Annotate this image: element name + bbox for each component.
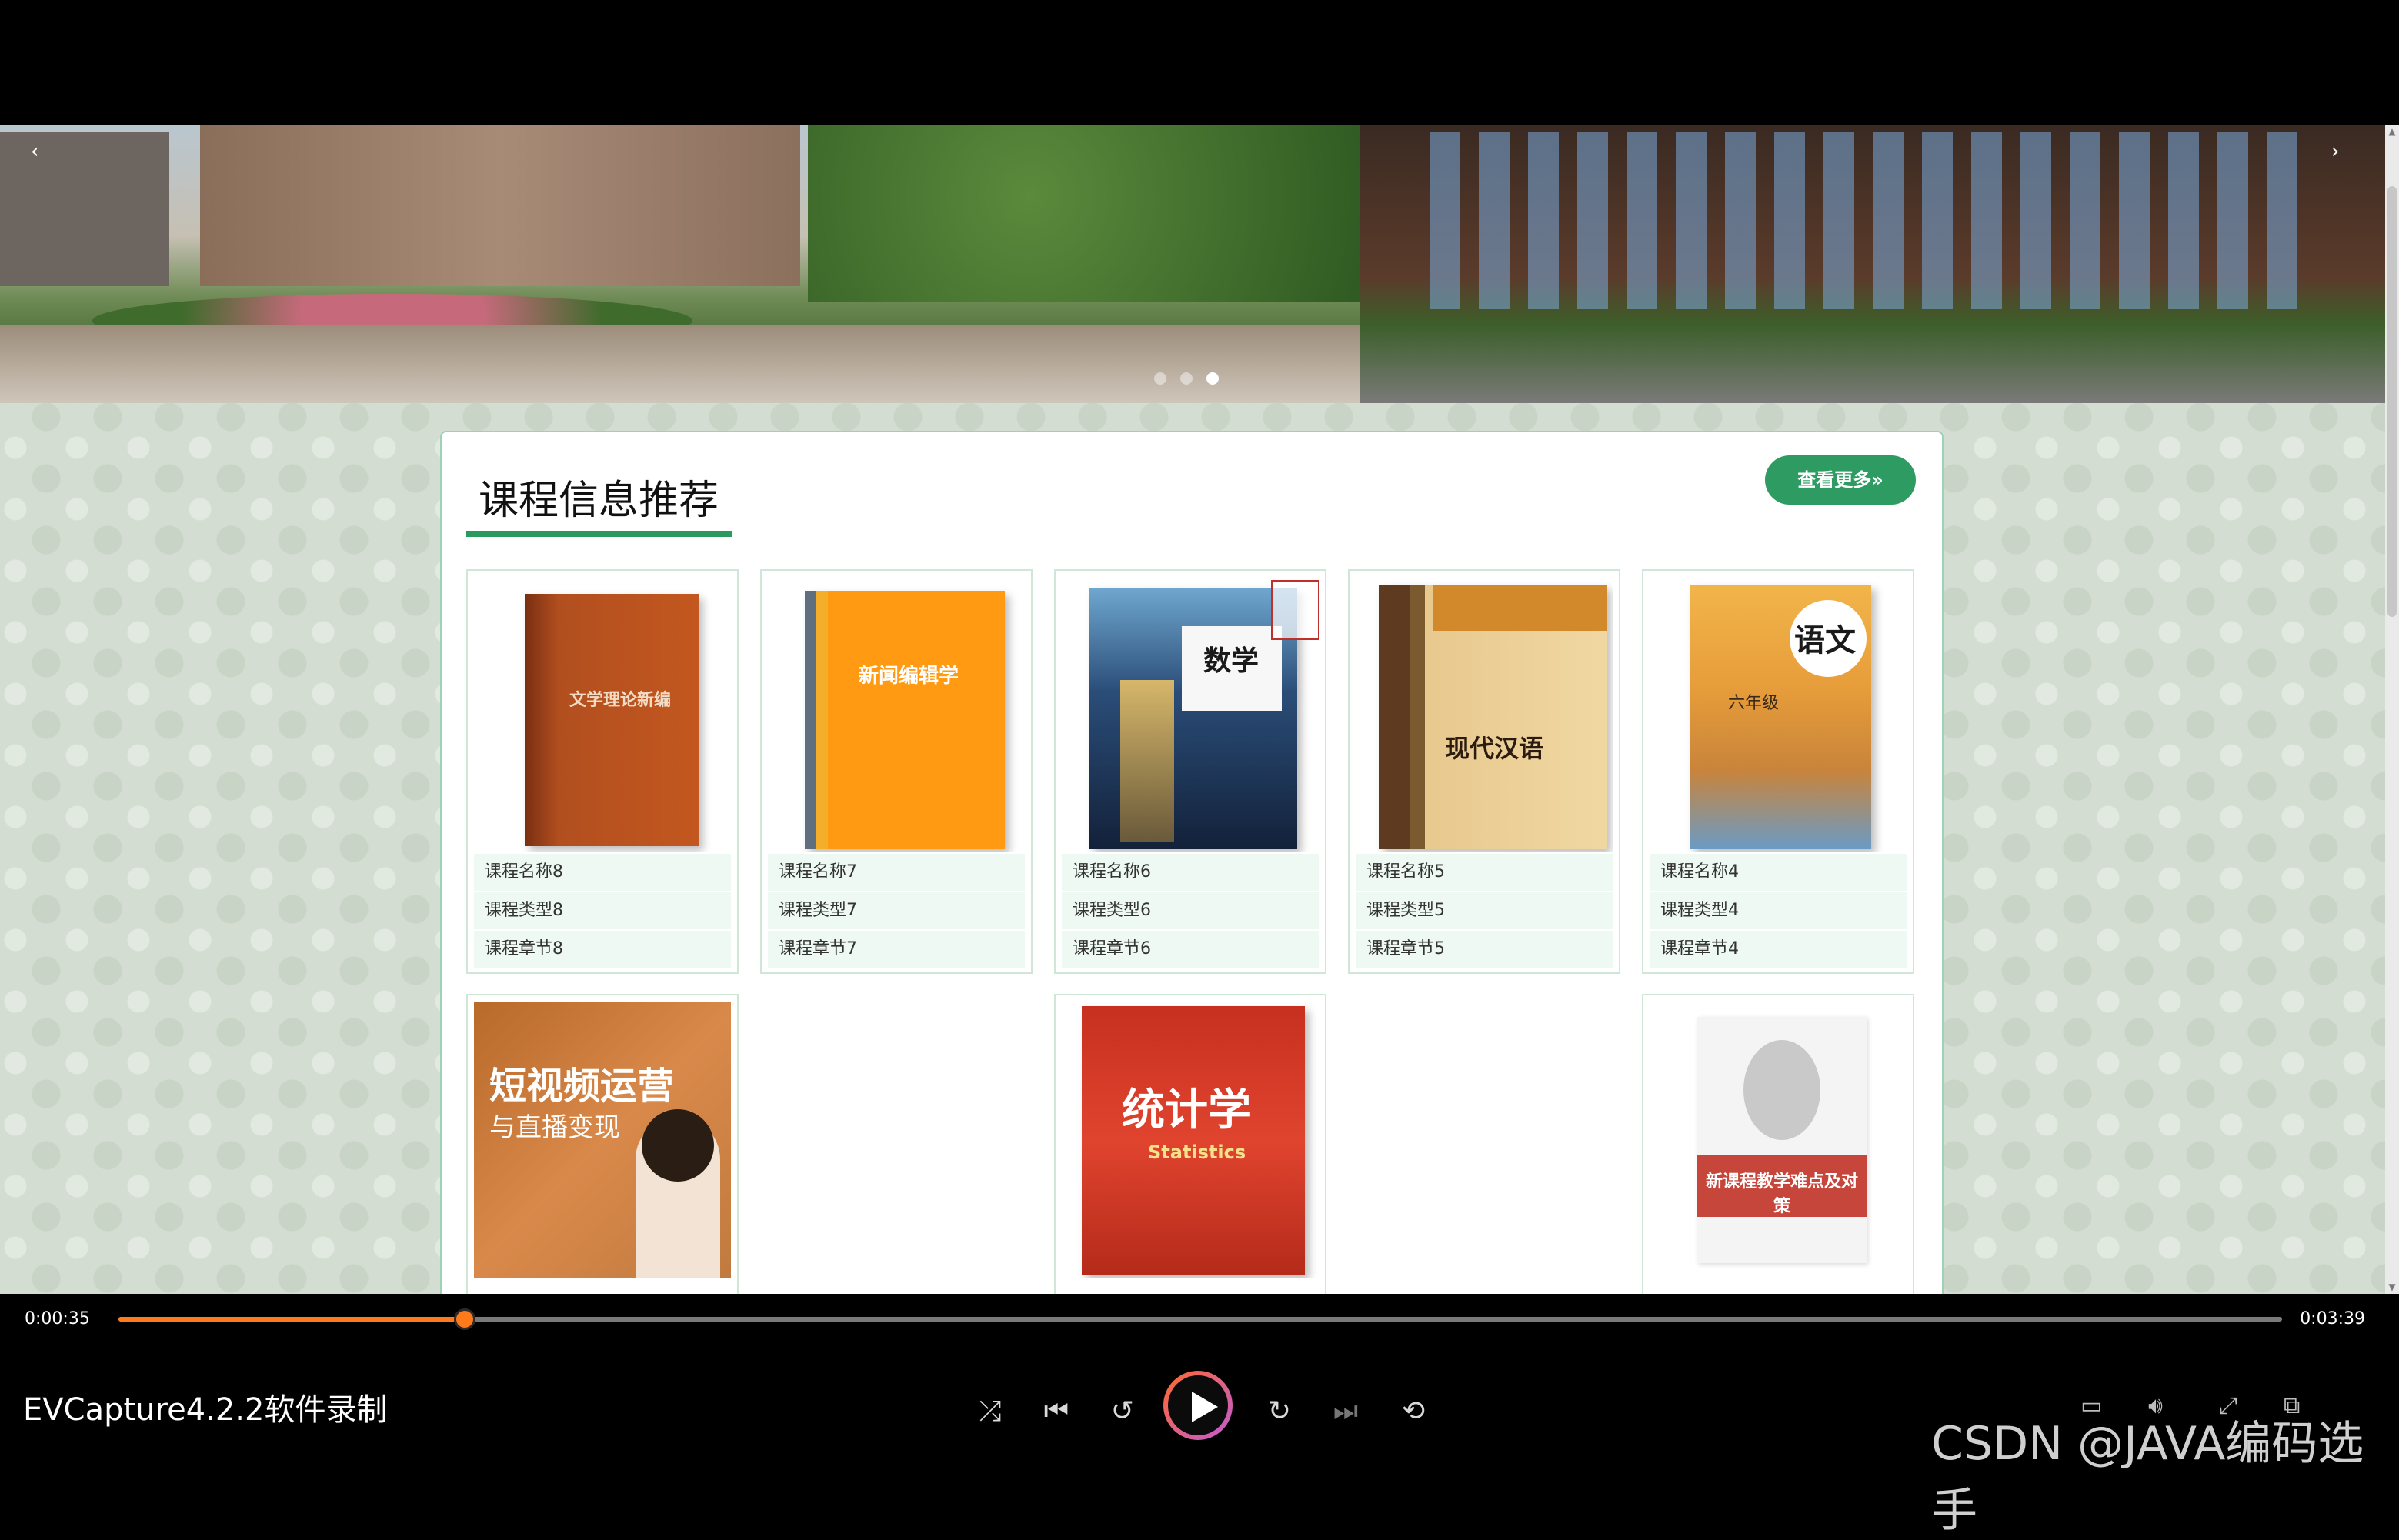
seek-bar[interactable] — [118, 1308, 2282, 1330]
title-underline — [466, 531, 732, 537]
scroll-down-icon[interactable]: ▼ — [2385, 1280, 2399, 1294]
course-cover: 语文 六年级 — [1650, 577, 1907, 852]
banner-dot-3[interactable] — [1206, 372, 1219, 385]
course-cover: 新闻编辑学 — [768, 577, 1025, 852]
course-card[interactable]: 现代汉语 课程名称5 课程类型5 课程章节5 — [1348, 569, 1620, 974]
course-name: 课程名称8 — [474, 854, 731, 891]
course-card[interactable]: 文学理论新编 课程名称8 课程类型8 课程章节8 — [466, 569, 739, 974]
banner-next-arrow[interactable]: › — [2331, 140, 2339, 163]
course-type: 课程类型6 — [1062, 892, 1319, 929]
web-page: ‹ › 课程信息推荐 查看更多» 文学理论新编 课程名称8 课程类型8 课程章节… — [0, 125, 2385, 1294]
course-card[interactable]: 新课程教学难点及对策 — [1642, 994, 1914, 1294]
section-title: 课程信息推荐 — [479, 478, 719, 524]
forward-30-icon[interactable]: ↻ — [1260, 1395, 1299, 1427]
scroll-up-icon[interactable]: ▲ — [2385, 125, 2399, 138]
course-chapter: 课程章节4 — [1650, 931, 1907, 968]
seek-progress — [118, 1317, 465, 1322]
course-cover: 新课程教学难点及对策 — [1650, 1002, 1907, 1278]
course-card[interactable]: 数学 课程名称6 课程类型6 课程章节6 — [1054, 569, 1326, 974]
course-cover: 现代汉语 — [1356, 577, 1613, 852]
banner-slide-campus-day — [0, 125, 1362, 403]
time-total: 0:03:39 — [2300, 1309, 2365, 1328]
banner-dot-2[interactable] — [1180, 372, 1193, 385]
banner-slide-campus-night — [1360, 125, 2385, 403]
course-chapter: 课程章节7 — [768, 931, 1025, 968]
course-chapter: 课程章节8 — [474, 931, 731, 968]
course-type: 课程类型8 — [474, 892, 731, 929]
view-more-button[interactable]: 查看更多» — [1765, 455, 1916, 505]
rewind-10-icon[interactable]: ↺ — [1103, 1395, 1142, 1427]
course-name: 课程名称7 — [768, 854, 1025, 891]
scroll-thumb[interactable] — [2387, 186, 2397, 617]
course-name: 课程名称4 — [1650, 854, 1907, 891]
repeat-icon[interactable]: ⟲ — [1394, 1395, 1433, 1427]
banner-dot-1[interactable] — [1154, 372, 1166, 385]
course-type: 课程类型7 — [768, 892, 1025, 929]
banner-prev-arrow[interactable]: ‹ — [31, 140, 38, 163]
watermark: CSDN @JAVA编码选手 — [1931, 1417, 2364, 1538]
course-chapter: 课程章节5 — [1356, 931, 1613, 968]
course-type: 课程类型5 — [1356, 892, 1613, 929]
app-name: EVCapture4.2.2软件录制 — [23, 1392, 388, 1428]
seek-knob[interactable] — [453, 1308, 475, 1330]
course-name: 课程名称6 — [1062, 854, 1319, 891]
course-card[interactable]: 统计学 Statistics — [1054, 994, 1326, 1294]
course-name: 课程名称5 — [1356, 854, 1613, 891]
play-button[interactable] — [1163, 1371, 1233, 1440]
video-player-bar: 0:00:35 0:03:39 EVCapture4.2.2软件录制 ⤮ ⏮ ↺… — [0, 1294, 2399, 1538]
course-type: 课程类型4 — [1650, 892, 1907, 929]
course-cover: 短视频运营 与直播变现 — [474, 1002, 731, 1278]
banner-carousel[interactable]: ‹ › — [0, 125, 2385, 403]
course-cover: 数学 — [1062, 577, 1319, 852]
course-cover: 文学理论新编 — [474, 577, 731, 852]
next-icon[interactable]: ⏭ — [1326, 1395, 1365, 1428]
time-elapsed: 0:00:35 — [25, 1309, 90, 1328]
course-chapter: 课程章节6 — [1062, 931, 1319, 968]
course-card[interactable]: 语文 六年级 课程名称4 课程类型4 课程章节4 — [1642, 569, 1914, 974]
shuffle-icon[interactable]: ⤮ — [971, 1395, 1009, 1428]
top-black-bar — [0, 0, 2399, 125]
play-icon — [1192, 1392, 1218, 1422]
course-card[interactable]: 短视频运营 与直播变现 — [466, 994, 739, 1294]
course-card[interactable]: 新闻编辑学 课程名称7 课程类型7 课程章节7 — [760, 569, 1033, 974]
course-recommend-panel: 课程信息推荐 查看更多» 文学理论新编 课程名称8 课程类型8 课程章节8 新闻… — [440, 431, 1944, 1294]
page-scrollbar[interactable]: ▲ ▼ — [2385, 125, 2399, 1294]
course-cover: 统计学 Statistics — [1062, 1002, 1319, 1278]
previous-icon[interactable]: ⏮ — [1037, 1395, 1076, 1428]
banner-dots — [1154, 372, 1233, 388]
